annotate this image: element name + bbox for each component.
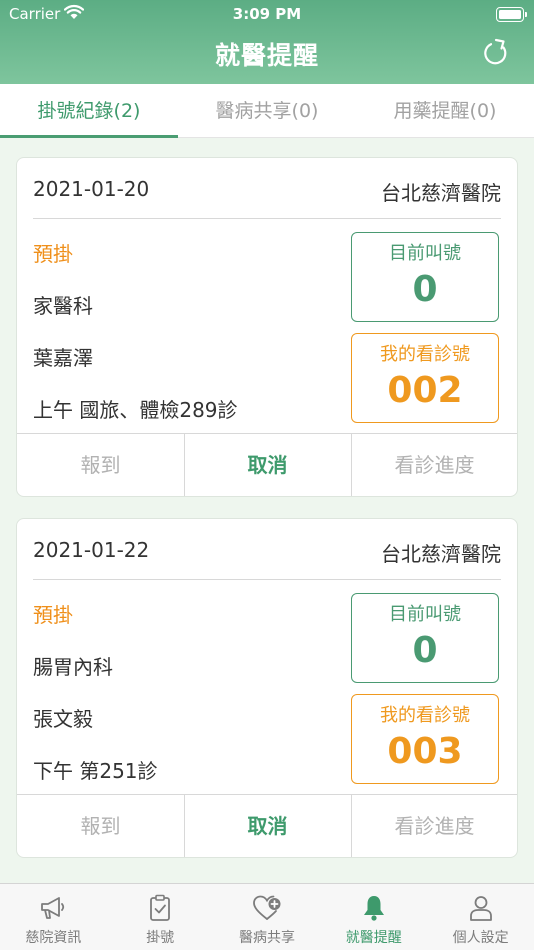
tabbar-label: 慈院資訊 [25, 930, 82, 946]
hospital-name: 台北慈濟醫院 [381, 542, 501, 566]
bottom-tab-bar: 慈院資訊 掛號 醫病共享 就醫提醒 個人設定 [0, 883, 534, 950]
my-number-label: 我的看診號 [380, 705, 470, 726]
tab-registration-records[interactable]: 掛號紀錄(2) [0, 84, 178, 138]
progress-button[interactable]: 看診進度 [351, 795, 518, 857]
appointment-card: 2021-01-22 台北慈濟醫院 預掛 腸胃內科 張文毅 下午 第251診 目… [16, 518, 518, 858]
status-time: 3:09 PM [232, 5, 302, 23]
page-title: 就醫提醒 [214, 41, 319, 70]
my-number-label: 我的看診號 [380, 344, 470, 365]
current-number-box: 目前叫號 0 [351, 593, 499, 683]
my-number-box: 我的看診號 003 [351, 694, 499, 784]
cancel-button[interactable]: 取消 [184, 434, 351, 496]
current-number-label: 目前叫號 [389, 604, 461, 625]
department: 腸胃內科 [33, 655, 113, 679]
bell-icon [363, 896, 384, 921]
appointment-card: 2021-01-20 台北慈濟醫院 預掛 家醫科 葉嘉澤 上午 國旅、體檢289… [16, 157, 518, 497]
hospital-name: 台北慈濟醫院 [381, 181, 501, 205]
tabbar-item-registration[interactable]: 掛號 [107, 884, 214, 950]
tabbar-item-shared-decision[interactable]: 醫病共享 [214, 884, 321, 950]
tabbar-label: 個人設定 [452, 930, 509, 946]
battery-icon [496, 7, 527, 22]
tabbar-label: 醫病共享 [238, 930, 295, 946]
appointment-date: 2021-01-22 [33, 538, 150, 562]
clinic-session: 上午 國旅、體檢289診 [33, 398, 238, 422]
tabbar-item-hospital-info[interactable]: 慈院資訊 [0, 884, 107, 950]
status-bar: Carrier 3:09 PM [0, 0, 534, 28]
tabbar-label: 掛號 [146, 930, 175, 946]
tabbar-item-personal-settings[interactable]: 個人設定 [427, 884, 534, 950]
doctor-name: 張文毅 [33, 707, 93, 731]
card-actions: 報到 取消 看診進度 [17, 794, 517, 857]
card-header: 2021-01-22 台北慈濟醫院 [33, 519, 501, 580]
doctor-name: 葉嘉澤 [33, 346, 93, 370]
my-number-value: 002 [387, 370, 463, 411]
current-number-value: 0 [412, 269, 438, 310]
megaphone-icon [41, 897, 65, 919]
appointment-date: 2021-01-20 [33, 177, 150, 201]
tabbar-item-reminders[interactable]: 就醫提醒 [320, 884, 427, 950]
checkin-button[interactable]: 報到 [17, 795, 184, 857]
checkin-button[interactable]: 報到 [17, 434, 184, 496]
my-number-value: 003 [387, 731, 463, 772]
heart-plus-icon [253, 895, 281, 920]
segment-tabs: 掛號紀錄(2) 醫病共享(0) 用藥提醒(0) [0, 84, 534, 138]
card-actions: 報到 取消 看診進度 [17, 433, 517, 496]
current-number-box: 目前叫號 0 [351, 232, 499, 322]
appointment-status: 預掛 [33, 242, 73, 266]
appointment-status: 預掛 [33, 603, 73, 627]
tab-shared-decision[interactable]: 醫病共享(0) [178, 84, 356, 138]
clipboard-check-icon [150, 894, 171, 921]
department: 家醫科 [33, 294, 93, 318]
active-tab-indicator [0, 135, 178, 138]
clinic-session: 下午 第251診 [33, 759, 158, 783]
current-number-value: 0 [412, 630, 438, 671]
tabbar-label: 就醫提醒 [345, 930, 402, 946]
tab-medication-reminder[interactable]: 用藥提醒(0) [356, 84, 534, 138]
refresh-icon[interactable] [482, 38, 510, 68]
nav-header: Carrier 3:09 PM 就醫提醒 [0, 0, 534, 84]
current-number-label: 目前叫號 [389, 243, 461, 264]
cancel-button[interactable]: 取消 [184, 795, 351, 857]
my-number-box: 我的看診號 002 [351, 333, 499, 423]
progress-button[interactable]: 看診進度 [351, 434, 518, 496]
card-header: 2021-01-20 台北慈濟醫院 [33, 158, 501, 219]
person-icon [469, 896, 492, 921]
